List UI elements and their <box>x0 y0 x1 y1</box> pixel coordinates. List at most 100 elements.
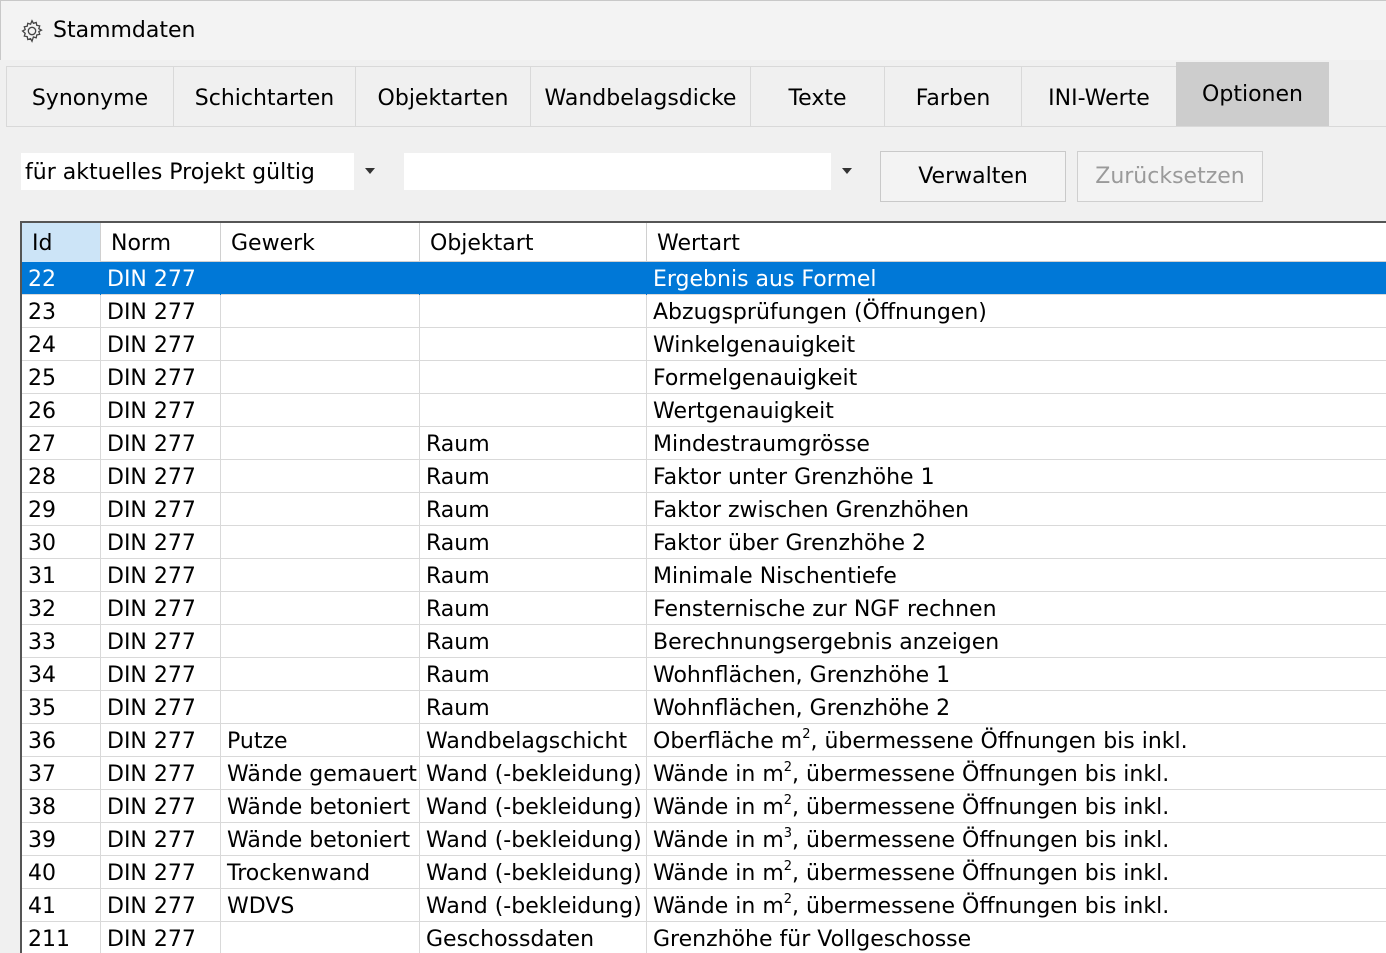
cell-wertart: Wände in m3, übermessene Öffnungen bis i… <box>647 823 1386 856</box>
cell-objektart: Wand (-bekleidung) <box>420 757 647 790</box>
cell-wertart: Fensternische zur NGF rechnen <box>653 597 997 622</box>
column-header-gewerk[interactable]: Gewerk <box>221 223 420 262</box>
chevron-down-icon <box>365 168 375 174</box>
tab-farben[interactable]: Farben <box>884 66 1022 127</box>
options-table: Id Norm Gewerk Objektart Wertart 22 DIN 2… <box>20 221 1386 953</box>
table-row[interactable]: 39 DIN 277 Wände betoniert Wand (-bekleidun… <box>22 823 1386 856</box>
table-row[interactable]: 211 DIN 277 Geschossdaten Grenzhöhe für Vol… <box>22 922 1386 953</box>
wertart-text: Oberfläche m <box>653 729 803 754</box>
cell-id: 28 <box>22 460 101 493</box>
column-header-wertart[interactable]: Wertart <box>647 223 1386 262</box>
cell-gewerk <box>221 493 420 526</box>
cell-id: 35 <box>22 691 101 724</box>
cell-gewerk <box>221 625 420 658</box>
column-header-objektart[interactable]: Objektart <box>420 223 647 262</box>
tab-schichtarten[interactable]: Schichtarten <box>173 66 356 127</box>
table-row[interactable]: 26 DIN 277 Wertgenauigkeit <box>22 394 1386 427</box>
cell-objektart: Raum <box>420 658 647 691</box>
cell-objektart: Raum <box>420 460 647 493</box>
wertart-exponent: 2 <box>783 793 793 808</box>
wertart-text: Wände in m <box>653 828 784 853</box>
cell-id: 25 <box>22 361 101 394</box>
table-row[interactable]: 30 DIN 277 Raum Faktor über Grenzhöhe 2 <box>22 526 1386 559</box>
cell-norm: DIN 277 <box>101 262 221 295</box>
cell-wertart: Mindestraumgrösse <box>653 432 870 457</box>
cell-norm: DIN 277 <box>101 889 221 922</box>
table-row[interactable]: 29 DIN 277 Raum Faktor zwischen Grenzhöhen <box>22 493 1386 526</box>
tab-optionen[interactable]: Optionen <box>1176 62 1329 127</box>
table-row[interactable]: 35 DIN 277 Raum Wohnflächen, Grenzhöhe 2 <box>22 691 1386 724</box>
table-row[interactable]: 27 DIN 277 Raum Mindestraumgrösse <box>22 427 1386 460</box>
second-combo-dropdown[interactable] <box>831 153 863 190</box>
cell-wertart: Formelgenauigkeit <box>653 366 858 391</box>
cell-gewerk <box>221 295 420 328</box>
tab-objektarten[interactable]: Objektarten <box>355 66 531 127</box>
cell-objektart: Wandbelagschicht <box>420 724 647 757</box>
table-row[interactable]: 34 DIN 277 Raum Wohnflächen, Grenzhöhe 1 <box>22 658 1386 691</box>
reset-button[interactable]: Zurücksetzen <box>1077 151 1263 202</box>
cell-gewerk <box>221 526 420 559</box>
scope-combo[interactable]: für aktuelles Projekt gültig <box>20 152 387 191</box>
table-row[interactable]: 41 DIN 277 WDVS Wand (-bekleidung) Wände in … <box>22 889 1386 922</box>
manage-button[interactable]: Verwalten <box>880 151 1066 202</box>
cell-wertart: Faktor zwischen Grenzhöhen <box>653 498 970 523</box>
table-row[interactable]: 32 DIN 277 Raum Fensternische zur NGF rechn… <box>22 592 1386 625</box>
cell-gewerk <box>221 691 420 724</box>
cell-id: 41 <box>22 889 101 922</box>
cell-id: 27 <box>22 427 101 460</box>
cell-wertart: Wertgenauigkeit <box>653 399 834 424</box>
cell-objektart: Wand (-bekleidung) <box>420 856 647 889</box>
table-row[interactable]: 23 DIN 277 Abzugsprüfungen (Öffnungen) <box>22 295 1386 328</box>
cell-wertart: Oberfläche m2, übermessene Öffnungen bis… <box>647 724 1386 757</box>
cell-gewerk: Trockenwand <box>221 856 420 889</box>
cell-objektart <box>420 262 647 295</box>
table-row[interactable]: 22 DIN 277 Ergebnis aus Formel <box>22 262 1386 295</box>
cell-norm: DIN 277 <box>101 625 221 658</box>
cell-objektart: Raum <box>420 691 647 724</box>
cell-id: 33 <box>22 625 101 658</box>
cell-norm: DIN 277 <box>101 691 221 724</box>
cell-norm: DIN 277 <box>101 658 221 691</box>
table-row[interactable]: 36 DIN 277 Putze Wandbelagschicht Oberfläche… <box>22 724 1386 757</box>
table-row[interactable]: 28 DIN 277 Raum Faktor unter Grenzhöhe 1 <box>22 460 1386 493</box>
cell-objektart <box>420 328 647 361</box>
tab-ini-werte[interactable]: INI-Werte <box>1021 66 1177 127</box>
cell-objektart <box>420 361 647 394</box>
cell-wertart: Faktor unter Grenzhöhe 1 <box>653 465 935 490</box>
cell-objektart: Raum <box>420 625 647 658</box>
table-row[interactable]: 25 DIN 277 Formelgenauigkeit <box>22 361 1386 394</box>
window-title: Stammdaten <box>53 18 196 43</box>
table-row[interactable]: 38 DIN 277 Wände betoniert Wand (-bekleidun… <box>22 790 1386 823</box>
wertart-text-suffix: , übermessene Öffnungen bis inkl. <box>792 861 1170 886</box>
cell-id: 32 <box>22 592 101 625</box>
scope-combo-dropdown[interactable] <box>354 153 386 190</box>
second-combo[interactable] <box>403 152 864 191</box>
cell-wertart: Faktor über Grenzhöhe 2 <box>653 531 926 556</box>
cell-id: 22 <box>22 262 101 295</box>
cell-objektart <box>420 394 647 427</box>
cell-norm: DIN 277 <box>101 922 221 953</box>
cell-norm: DIN 277 <box>101 790 221 823</box>
cell-wertart: Abzugsprüfungen (Öffnungen) <box>653 300 987 325</box>
table-row[interactable]: 24 DIN 277 Winkelgenauigkeit <box>22 328 1386 361</box>
table-row[interactable]: 33 DIN 277 Raum Berechnungsergebnis anzeige… <box>22 625 1386 658</box>
tab-synonyme[interactable]: Synonyme <box>6 66 174 127</box>
cell-objektart: Wand (-bekleidung) <box>420 889 647 922</box>
cell-objektart: Raum <box>420 559 647 592</box>
cell-gewerk: Wände betoniert <box>221 790 420 823</box>
tab-texte[interactable]: Texte <box>750 66 885 127</box>
cell-id: 36 <box>22 724 101 757</box>
cell-objektart: Geschossdaten <box>420 922 647 953</box>
wertart-exponent: 2 <box>783 760 793 775</box>
table-header: Id Norm Gewerk Objektart Wertart <box>22 223 1386 262</box>
cell-id: 24 <box>22 328 101 361</box>
cell-norm: DIN 277 <box>101 823 221 856</box>
table-row[interactable]: 40 DIN 277 Trockenwand Wand (-bekleidung) Wä… <box>22 856 1386 889</box>
table-row[interactable]: 37 DIN 277 Wände gemauert Wand (-bekleidung… <box>22 757 1386 790</box>
tab-wandbelagsdicke[interactable]: Wandbelagsdicke <box>530 66 751 127</box>
table-row[interactable]: 31 DIN 277 Raum Minimale Nischentiefe <box>22 559 1386 592</box>
column-header-norm[interactable]: Norm <box>101 223 221 262</box>
column-header-id[interactable]: Id <box>22 223 101 262</box>
cell-gewerk <box>221 394 420 427</box>
cell-gewerk <box>221 922 420 953</box>
